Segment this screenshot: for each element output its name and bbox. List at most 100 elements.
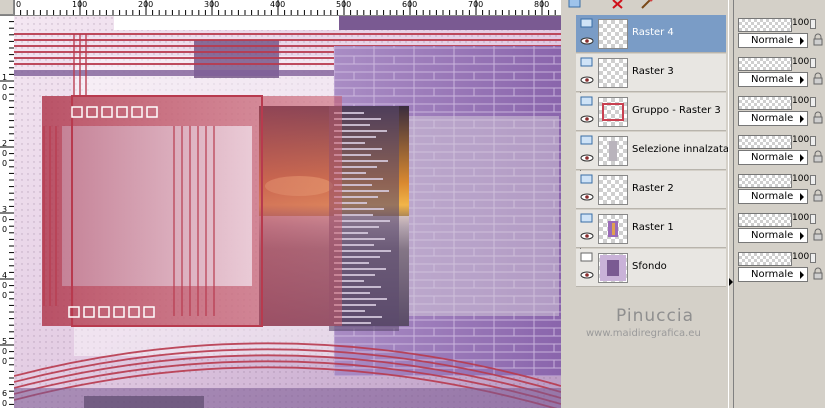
eye-icon[interactable] (580, 193, 594, 201)
opacity-spinner[interactable] (810, 136, 816, 146)
opacity-slider[interactable] (738, 135, 792, 149)
layer-row-selezione-innalzata[interactable]: Selezione innalzata (576, 132, 730, 170)
image-canvas[interactable] (14, 16, 561, 408)
opacity-slider[interactable] (738, 213, 792, 227)
delete-layer-icon[interactable] (610, 0, 626, 10)
artwork-text-line (334, 160, 388, 162)
layer-props-row: 100 Normale (736, 171, 825, 209)
chevron-right-icon (800, 115, 804, 123)
ruler-left-label: 0 (2, 281, 8, 290)
ruler-top-label: 300 (204, 0, 220, 9)
opacity-spinner[interactable] (810, 58, 816, 68)
layer-name: Raster 1 (632, 222, 674, 233)
palette-toolbar (566, 0, 726, 12)
ruler-left-label: 4 (2, 271, 8, 280)
raster-layer-icon (580, 135, 594, 146)
ruler-left-label: 0 (2, 357, 8, 366)
opacity-spinner[interactable] (810, 253, 816, 263)
blend-mode-select[interactable]: Normale (738, 228, 808, 243)
ruler-left-label: 0 (2, 83, 8, 92)
ruler-top-label: 500 (336, 0, 352, 9)
chevron-right-icon (800, 37, 804, 45)
layer-thumbnail (598, 253, 628, 283)
lock-icon[interactable] (812, 189, 825, 203)
layer-thumbnail (598, 58, 628, 88)
ruler-top-label: 800 (534, 0, 550, 9)
background-layer-icon (580, 252, 594, 263)
layer-list: Raster 4 Raster 3 Gruppo - Raster 3 Sele… (576, 15, 730, 295)
chevron-right-icon[interactable] (729, 278, 733, 286)
blend-mode-label: Normale (751, 35, 794, 46)
lock-icon[interactable] (812, 267, 825, 281)
ruler-left-label: 3 (2, 205, 8, 214)
layer-row-gruppo-raster-3[interactable]: Gruppo - Raster 3 (576, 93, 726, 131)
eye-icon[interactable] (580, 154, 594, 162)
artwork-text-line (334, 190, 389, 192)
new-layer-icon[interactable] (568, 0, 584, 10)
blend-mode-select[interactable]: Normale (738, 33, 808, 48)
lock-icon[interactable] (812, 150, 825, 164)
layer-props-row: 100 Normale (736, 54, 825, 92)
chevron-right-icon (800, 154, 804, 162)
eye-icon[interactable] (580, 37, 594, 45)
chevron-right-icon (800, 76, 804, 84)
ruler-left-label: 2 (2, 139, 8, 148)
eye-icon[interactable] (580, 76, 594, 84)
blend-mode-select[interactable]: Normale (738, 189, 808, 204)
layer-props-row: 100 Normale (736, 93, 825, 131)
blend-mode-select[interactable]: Normale (738, 150, 808, 165)
layer-row-raster-1[interactable]: Raster 1 (576, 210, 726, 248)
opacity-value: 100 (792, 18, 810, 28)
opacity-spinner[interactable] (810, 175, 816, 185)
brush-icon[interactable] (640, 0, 656, 10)
raster-layer-icon (580, 18, 594, 29)
eye-icon[interactable] (580, 232, 594, 240)
eye-icon[interactable] (580, 115, 594, 123)
lock-icon[interactable] (812, 228, 825, 242)
layer-name: Selezione innalzata (632, 144, 730, 155)
opacity-slider[interactable] (738, 252, 792, 266)
layer-name: Raster 2 (632, 183, 674, 194)
layer-row-sfondo[interactable]: Sfondo (576, 249, 726, 287)
blend-mode-select[interactable]: Normale (738, 72, 808, 87)
blend-mode-select[interactable]: Normale (738, 111, 808, 126)
layer-row-raster-2[interactable]: Raster 2 (576, 171, 726, 209)
ruler-top-label: 200 (138, 0, 154, 9)
ruler-top-label: 0 (16, 0, 22, 9)
opacity-spinner[interactable] (810, 19, 816, 29)
opacity-slider[interactable] (738, 57, 792, 71)
chevron-right-icon (800, 271, 804, 279)
chevron-right-icon (800, 193, 804, 201)
ruler-left-label: 6 (2, 389, 8, 398)
opacity-spinner[interactable] (810, 97, 816, 107)
lock-icon[interactable] (812, 72, 825, 86)
raster-layer-icon (580, 174, 594, 185)
ruler-top-label: 400 (270, 0, 286, 9)
lock-icon[interactable] (812, 111, 825, 125)
ruler-left-label: 0 (2, 399, 8, 408)
ruler-left-label: 0 (2, 225, 8, 234)
blend-mode-label: Normale (751, 152, 794, 163)
ruler-left-label: 0 (2, 215, 8, 224)
eye-icon[interactable] (580, 271, 594, 279)
blend-mode-label: Normale (751, 230, 794, 241)
layer-name: Sfondo (632, 261, 667, 272)
layer-properties: 100 Normale 100 Normale 100 Normale 100 … (736, 15, 825, 295)
artwork-text-line (334, 250, 391, 252)
opacity-value: 100 (792, 57, 810, 67)
blend-mode-select[interactable]: Normale (738, 267, 808, 282)
lock-icon[interactable] (812, 33, 825, 47)
opacity-slider[interactable] (738, 18, 792, 32)
layer-row-raster-4[interactable]: Raster 4 (576, 15, 726, 53)
layer-row-raster-3[interactable]: Raster 3 (576, 54, 726, 92)
ruler-left-label: 0 (2, 347, 8, 356)
opacity-spinner[interactable] (810, 214, 816, 224)
watermark-name: Pinuccia (616, 306, 694, 326)
layer-props-row: 100 Normale (736, 132, 825, 170)
ruler-left-label: 0 (2, 149, 8, 158)
opacity-slider[interactable] (738, 96, 792, 110)
canvas-artwork (14, 16, 561, 408)
opacity-slider[interactable] (738, 174, 792, 188)
blend-mode-label: Normale (751, 191, 794, 202)
layer-thumbnail (598, 214, 628, 244)
